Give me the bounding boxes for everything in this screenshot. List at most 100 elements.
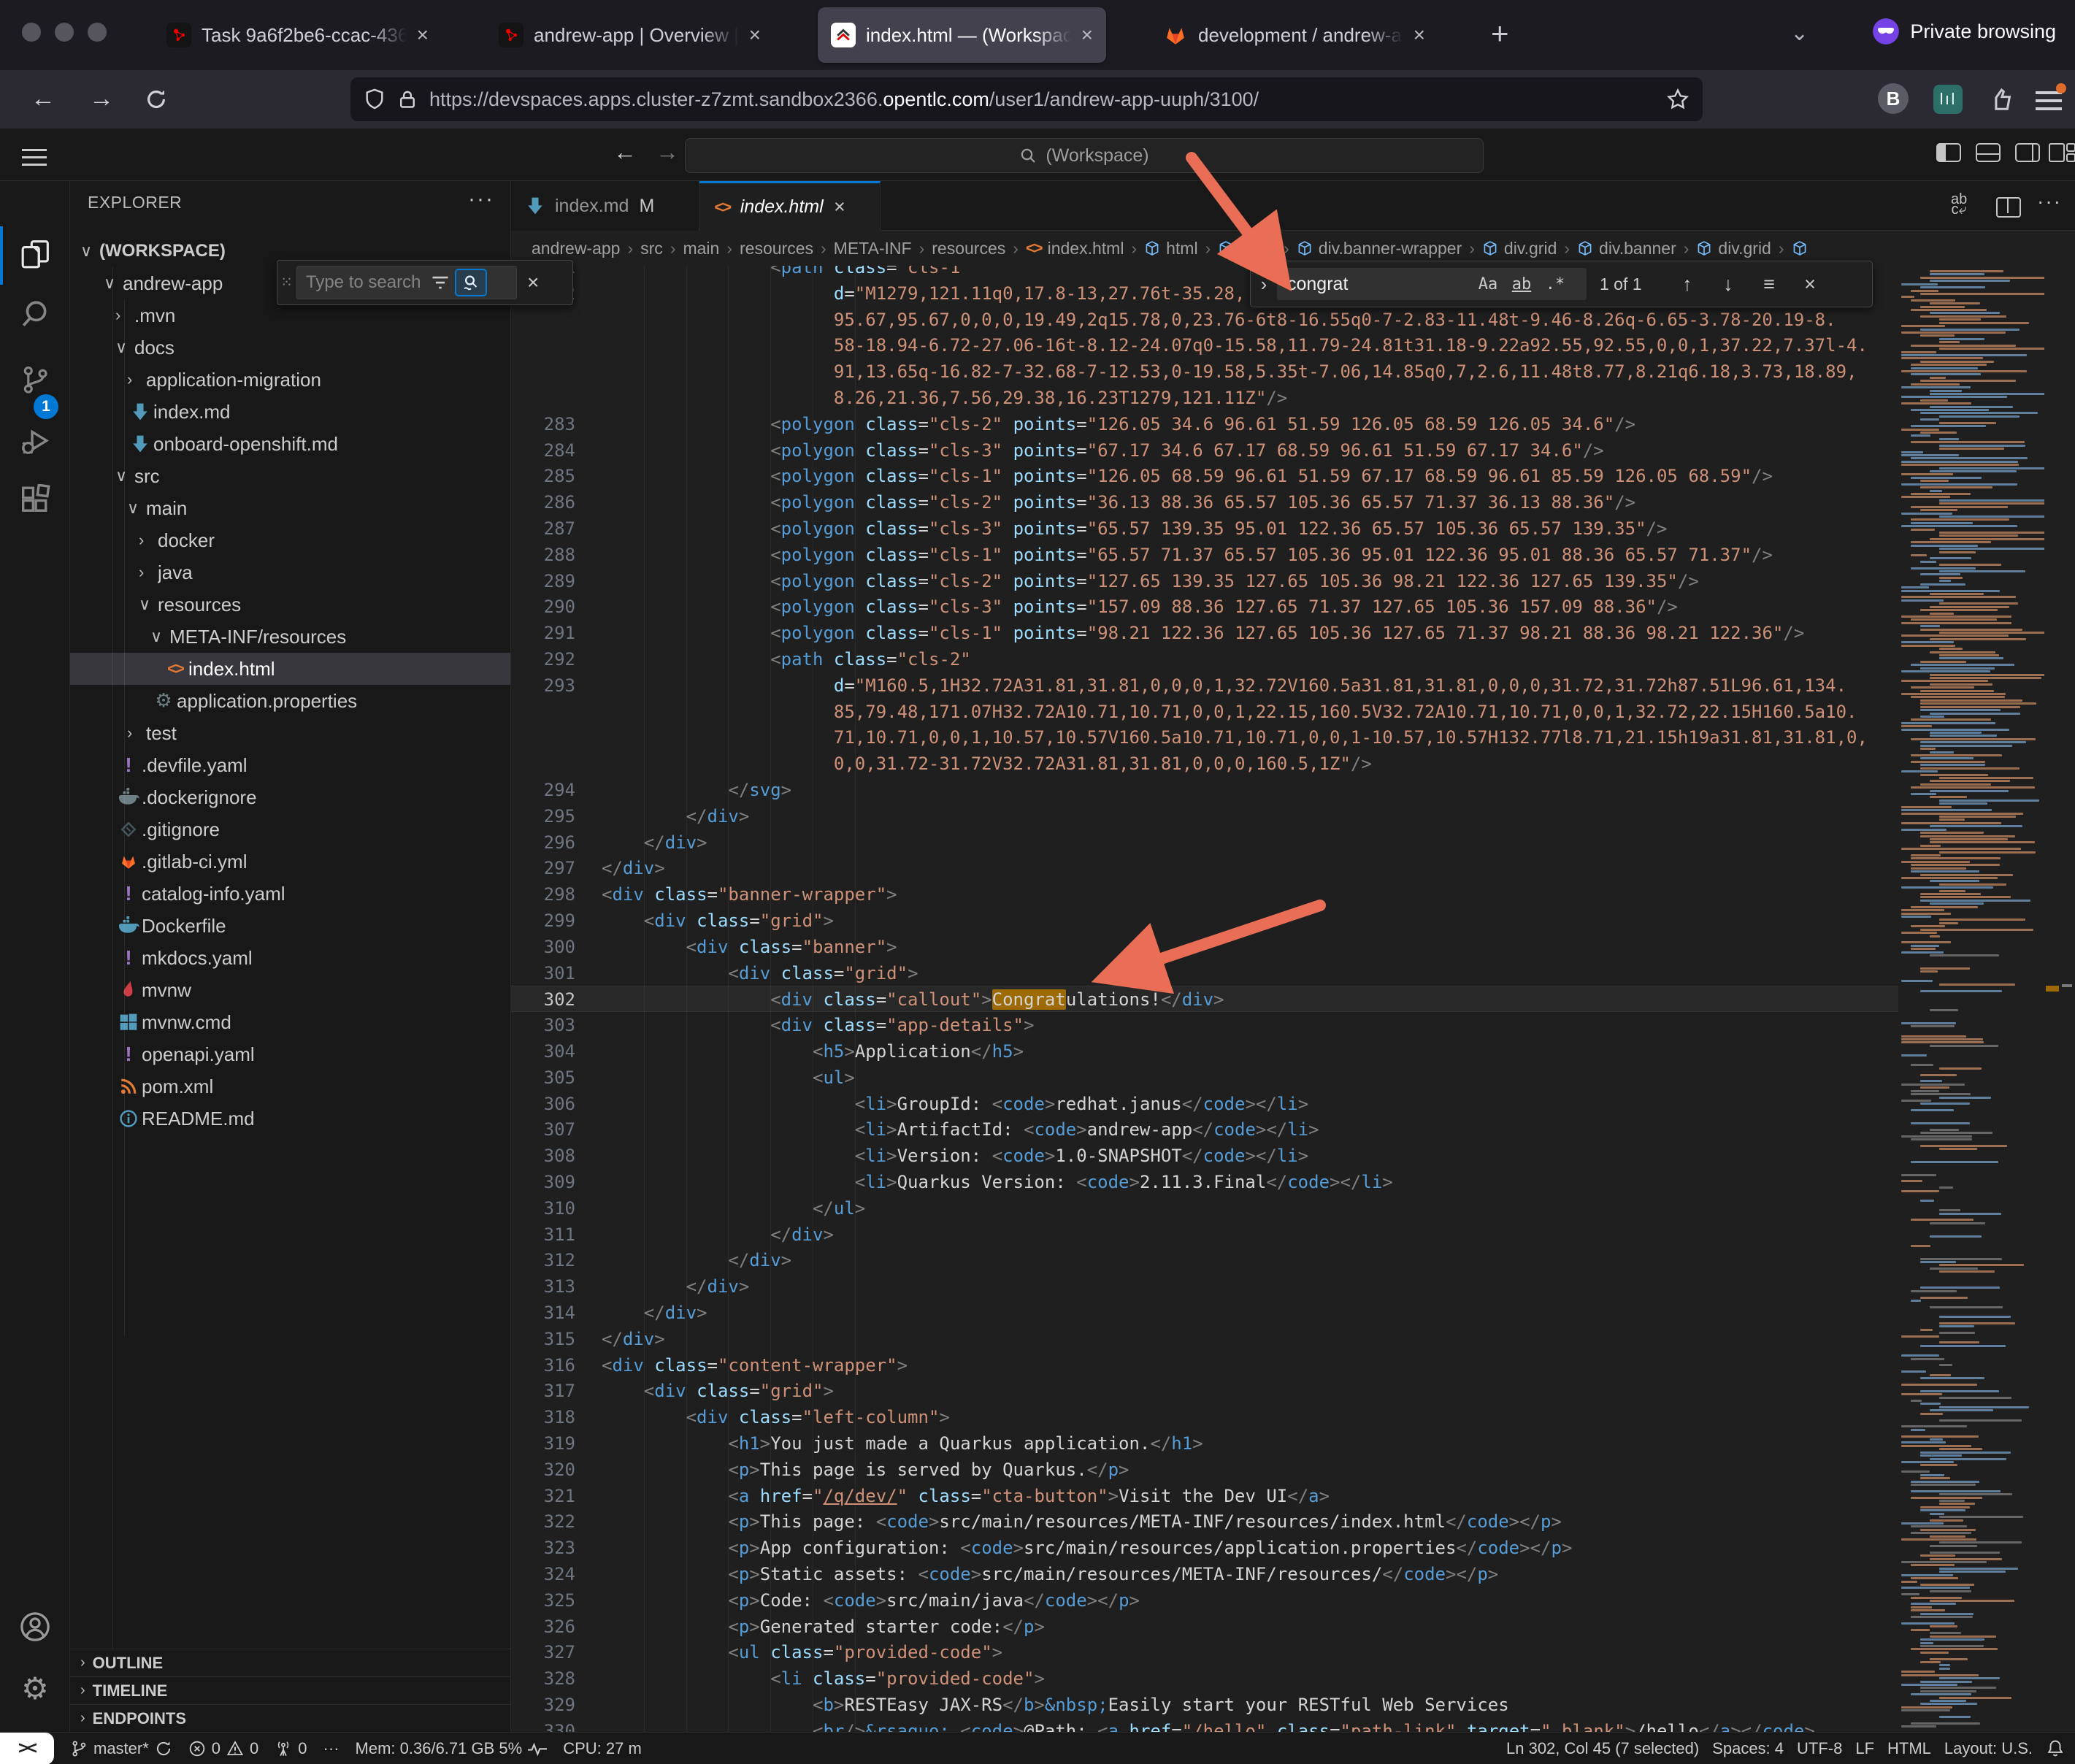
code-line-327[interactable]: 327 <ul class="provided-code"> [511, 1639, 1898, 1665]
tree-item-Dockerfile[interactable]: Dockerfile [70, 910, 511, 942]
breadcrumb-item-resources[interactable]: resources [932, 239, 1005, 258]
code-line-302[interactable]: 302 <div class="callout">Congratulations… [511, 986, 1898, 1012]
code-line-283[interactable]: 283 <polygon class="cls-2" points="126.0… [511, 411, 1898, 437]
status-right-3[interactable]: LF [1855, 1739, 1874, 1758]
tab-close-icon[interactable]: × [1414, 23, 1425, 47]
tree-item-.dockerignore[interactable]: .dockerignore [70, 781, 511, 813]
code-line-292[interactable]: 292 <path class="cls-2" [511, 646, 1898, 672]
code-line-306[interactable]: 306 <li>GroupId: <code>redhat.janus</cod… [511, 1091, 1898, 1117]
code-line-wrap-19[interactable]: 0,0,31.72-31.72V32.72A31.81,31.81,0,0,0,… [511, 751, 1898, 777]
chevron-right-icon[interactable]: › [115, 306, 134, 325]
browser-tab-2[interactable]: index.html — (Workspace) — Re× [818, 7, 1106, 63]
extension-bitwarden-icon[interactable]: B [1878, 83, 1909, 114]
breadcrumb-item-cube[interactable] [1792, 240, 1814, 256]
code-line-308[interactable]: 308 <li>Version: <code>1.0-SNAPSHOT</cod… [511, 1143, 1898, 1169]
tree-item-application-migration[interactable]: ›application-migration [70, 364, 511, 396]
code-line-296[interactable]: 296 </div> [511, 829, 1898, 856]
tree-filter-input-box[interactable] [296, 266, 517, 299]
status-right-0[interactable]: Ln 302, Col 45 (7 selected) [1506, 1739, 1699, 1758]
tree-item-java[interactable]: ›java [70, 556, 511, 588]
code-line-301[interactable]: 301 <div class="grid"> [511, 960, 1898, 986]
breadcrumb-item-META-INF[interactable]: META-INF [834, 239, 912, 258]
tree-item-.gitignore[interactable]: .gitignore [70, 813, 511, 845]
extension-teal-icon[interactable]: ǀıǀ [1933, 85, 1963, 114]
run-debug-icon[interactable] [19, 425, 51, 457]
tree-item-application.properties[interactable]: ⚙application.properties [70, 685, 511, 717]
tree-item-index.html[interactable]: <>index.html [70, 653, 511, 685]
breadcrumb-item-div.banner-wrapper[interactable]: div.banner-wrapper [1297, 239, 1462, 258]
breadcrumb-item-body[interactable]: body [1218, 239, 1276, 258]
editor-tab-index-md[interactable]: index.mdM [511, 181, 699, 231]
code-line-291[interactable]: 291 <polygon class="cls-1" points="98.21… [511, 620, 1898, 646]
code-line-314[interactable]: 314 </div> [511, 1300, 1898, 1326]
tree-item-src[interactable]: ∨src [70, 460, 511, 492]
browser-tab-0[interactable]: Task 9a6f2be6-ccac-436b-923× [153, 7, 442, 63]
chevron-down-icon[interactable]: ∨ [104, 274, 123, 293]
code-line-319[interactable]: 319 <h1>You just made a Quarkus applicat… [511, 1430, 1898, 1457]
git-branch-item[interactable]: master* [70, 1739, 172, 1758]
outline-section[interactable]: ›OUTLINE [70, 1649, 511, 1676]
code-line-297[interactable]: 297</div> [511, 855, 1898, 881]
code-line-285[interactable]: 285 <polygon class="cls-1" points="126.0… [511, 463, 1898, 489]
breadcrumb-item-src[interactable]: src [640, 239, 663, 258]
more-items[interactable]: ··· [323, 1739, 340, 1758]
status-right-4[interactable]: HTML [1887, 1739, 1931, 1758]
code-line-290[interactable]: 290 <polygon class="cls-3" points="157.0… [511, 594, 1898, 620]
bookmark-star-icon[interactable] [1666, 88, 1689, 111]
code-line-300[interactable]: 300 <div class="banner"> [511, 934, 1898, 960]
chevron-right-icon[interactable]: › [139, 563, 158, 582]
code-line-328[interactable]: 328 <li class="provided-code"> [511, 1665, 1898, 1692]
explorer-more-actions-icon[interactable]: ··· [468, 187, 494, 212]
tree-item-mkdocs.yaml[interactable]: !mkdocs.yaml [70, 942, 511, 974]
search-view-icon[interactable] [19, 298, 51, 330]
explorer-icon[interactable] [19, 238, 51, 270]
find-input[interactable] [1277, 273, 1471, 296]
timeline-section[interactable]: ›TIMELINE [70, 1676, 511, 1704]
tree-item-pom.xml[interactable]: pom.xml [70, 1070, 511, 1102]
tab-close-icon[interactable]: × [1081, 23, 1093, 47]
code-line-288[interactable]: 288 <polygon class="cls-1" points="65.57… [511, 542, 1898, 568]
code-line-wrap-5[interactable]: 8.26,21.36,7.56,29.38,16.23T1279,121.11Z… [511, 385, 1898, 411]
code-line-323[interactable]: 323 <p>App configuration: <code>src/main… [511, 1535, 1898, 1561]
tree-item-mvnw[interactable]: mvnw [70, 974, 511, 1006]
code-line-307[interactable]: 307 <li>ArtifactId: <code>andrew-app</co… [511, 1116, 1898, 1143]
minimap[interactable] [1898, 266, 2044, 1732]
vscode-menu-icon[interactable] [22, 144, 47, 171]
code-line-311[interactable]: 311 </div> [511, 1222, 1898, 1248]
find-next-icon[interactable]: ↓ [1708, 273, 1749, 296]
chevron-down-icon[interactable]: ∨ [150, 627, 169, 646]
chevron-right-icon[interactable]: › [127, 370, 146, 389]
tree-item-catalog-info.yaml[interactable]: !catalog-info.yaml [70, 878, 511, 910]
code-line-284[interactable]: 284 <polygon class="cls-3" points="67.17… [511, 437, 1898, 464]
code-line-287[interactable]: 287 <polygon class="cls-3" points="65.57… [511, 515, 1898, 542]
code-line-wrap-18[interactable]: 71,10.71,0,0,1,10.57,10.57V160.5a10.71,1… [511, 724, 1898, 751]
code-line-wrap-3[interactable]: 58-18.94-6.72-27.06-16t-8.12-24.07q0-15.… [511, 332, 1898, 358]
forward-icon[interactable]: → [89, 85, 114, 113]
lock-icon[interactable] [397, 88, 418, 110]
code-line-324[interactable]: 324 <p>Static assets: <code>src/main/res… [511, 1561, 1898, 1587]
ports-item[interactable]: 0 [275, 1739, 307, 1758]
breadcrumb-item-index.html[interactable]: <>index.html [1026, 239, 1124, 258]
tree-item-index.md[interactable]: index.mdM [70, 396, 511, 428]
shield-icon[interactable] [364, 88, 386, 110]
split-editor-icon[interactable] [1996, 197, 2021, 218]
browser-tab-1[interactable]: andrew-app | Overview | Red Ha× [486, 7, 774, 63]
window-close-button[interactable] [22, 23, 41, 42]
code-line-299[interactable]: 299 <div class="grid"> [511, 908, 1898, 934]
code-line-294[interactable]: 294 </svg> [511, 777, 1898, 803]
tree-item-test[interactable]: ›test [70, 717, 511, 749]
drag-grip-icon[interactable]: ⁙ [277, 279, 296, 287]
chevron-down-icon[interactable]: ∨ [127, 499, 146, 518]
notifications-bell-icon[interactable] [2046, 1739, 2075, 1758]
find-close-icon[interactable]: × [1790, 273, 1830, 296]
cpu-item[interactable]: CPU: 27 m [563, 1739, 642, 1758]
code-editor[interactable]: 281 <path class="cls-1"282 d="M1279,121.… [511, 266, 1898, 1732]
whole-word-icon[interactable]: ab [1505, 275, 1538, 294]
code-line-304[interactable]: 304 <h5>Application</h5> [511, 1038, 1898, 1065]
code-line-293[interactable]: 293 d="M160.5,1H32.72A31.81,31.81,0,0,0,… [511, 672, 1898, 699]
fuzzy-search-toggle-icon[interactable] [455, 269, 487, 296]
toggle-panel-icon[interactable] [1976, 143, 2001, 162]
chevron-down-icon[interactable]: ∨ [115, 467, 134, 486]
code-line-289[interactable]: 289 <polygon class="cls-2" points="127.6… [511, 568, 1898, 594]
code-line-303[interactable]: 303 <div class="app-details"> [511, 1012, 1898, 1038]
